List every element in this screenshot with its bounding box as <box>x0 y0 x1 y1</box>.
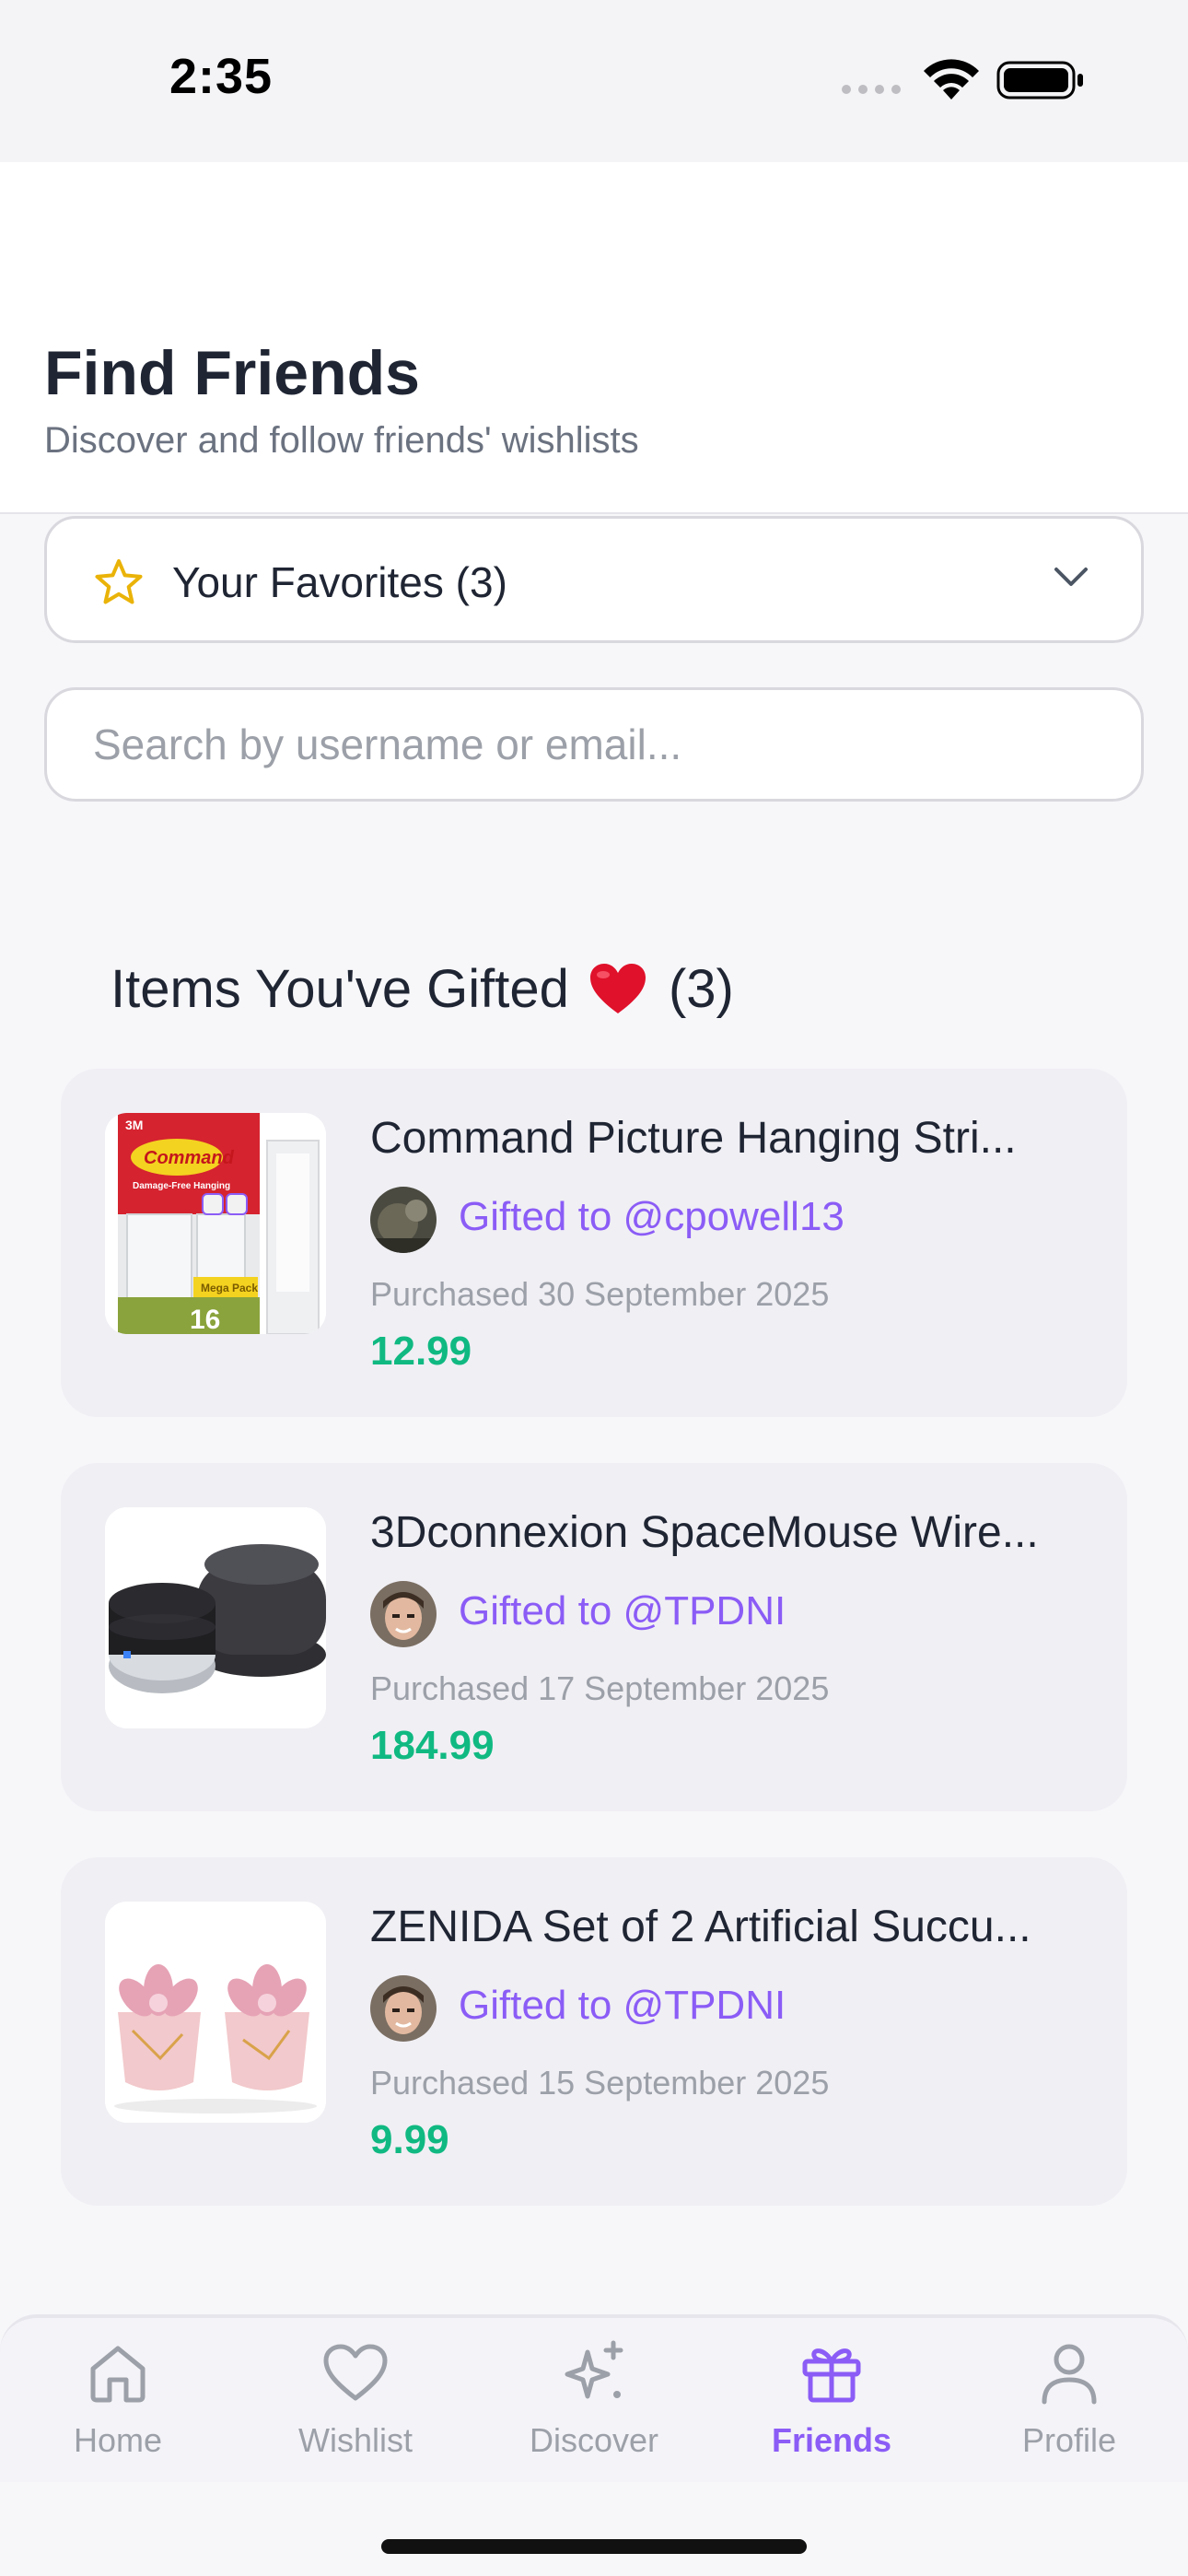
product-image <box>105 1507 326 1728</box>
tab-discover[interactable]: Discover <box>502 2336 686 2475</box>
image-tagline: Damage-Free Hanging <box>133 1181 230 1191</box>
chevron-down-icon <box>1054 568 1088 586</box>
home-icon <box>90 2346 146 2403</box>
product-image <box>105 1902 326 2123</box>
heart-emoji-icon <box>589 963 646 1013</box>
status-bar: 2:35 <box>0 0 1188 162</box>
gifted-to-link[interactable]: Gifted to @TPDNI <box>459 1588 786 1634</box>
item-price: 9.99 <box>370 2117 449 2162</box>
tab-profile[interactable]: Profile <box>977 2336 1161 2475</box>
gifted-count: (3) <box>668 959 734 1019</box>
avatar <box>370 1581 437 1647</box>
gift-icon <box>802 2348 861 2403</box>
gifted-section-title: Items You've Gifted (3) <box>111 958 734 1020</box>
tab-profile-label: Profile <box>1021 2421 1117 2459</box>
image-pack: Mega Pack <box>201 1282 258 1294</box>
tab-home-label: Home <box>73 2421 163 2459</box>
home-indicator[interactable] <box>381 2539 807 2554</box>
wifi-icon <box>924 59 979 100</box>
tab-discover-label: Discover <box>529 2421 659 2459</box>
page-subtitle: Discover and follow friends' wishlists <box>44 420 639 461</box>
gifted-to-link[interactable]: Gifted to @TPDNI <box>459 1983 786 2029</box>
item-name: Command Picture Hanging Stri... <box>370 1114 1017 1163</box>
gifted-section-label: Items You've Gifted <box>111 959 569 1019</box>
status-time: 2:35 <box>169 49 274 104</box>
purchase-date: Purchased 30 September 2025 <box>370 1275 830 1313</box>
tab-home[interactable]: Home <box>26 2336 210 2475</box>
purchase-date: Purchased 17 September 2025 <box>370 1669 830 1707</box>
purchase-date: Purchased 15 September 2025 <box>370 2064 830 2102</box>
item-name: ZENIDA Set of 2 Artificial Succu... <box>370 1903 1031 1951</box>
sparkles-icon <box>565 2340 623 2399</box>
item-name: 3Dconnexion SpaceMouse Wire... <box>370 1508 1039 1557</box>
page-header: Find Friends Discover and follow friends… <box>0 162 1188 514</box>
gifted-item-card[interactable]: ZENIDA Set of 2 Artificial Succu... Gift… <box>61 1857 1127 2206</box>
item-price: 12.99 <box>370 1329 472 1374</box>
tab-bar: Home Wishlist Discover Friends Profile <box>0 2314 1188 2482</box>
heart-icon <box>323 2344 388 2401</box>
favorites-label: Your Favorites (3) <box>172 558 507 606</box>
person-icon <box>1042 2344 1097 2405</box>
cellular-signal-icon <box>842 85 901 94</box>
avatar <box>370 1975 437 2042</box>
item-price: 184.99 <box>370 1723 495 1768</box>
gifted-to-link[interactable]: Gifted to @cpowell13 <box>459 1194 844 1240</box>
favorites-dropdown[interactable]: Your Favorites (3) <box>44 516 1144 643</box>
product-image: 3M Command Damage-Free Hanging Mega Pack… <box>105 1113 326 1334</box>
tab-wishlist[interactable]: Wishlist <box>263 2336 448 2475</box>
tab-friends-label: Friends <box>771 2421 892 2459</box>
image-brand: 3M <box>125 1118 143 1132</box>
page-title: Find Friends <box>44 338 420 408</box>
battery-icon <box>996 61 1083 100</box>
gifted-item-card[interactable]: 3M Command Damage-Free Hanging Mega Pack… <box>61 1069 1127 1417</box>
tab-wishlist-label: Wishlist <box>298 2421 413 2459</box>
tab-friends[interactable]: Friends <box>740 2336 924 2475</box>
avatar <box>370 1187 437 1253</box>
gifted-item-card[interactable]: 3Dconnexion SpaceMouse Wire... Gifted to… <box>61 1463 1127 1811</box>
image-product: Command <box>144 1148 235 1168</box>
image-count: 16 <box>190 1305 220 1334</box>
search-input[interactable] <box>44 687 1144 802</box>
star-icon <box>95 559 143 604</box>
